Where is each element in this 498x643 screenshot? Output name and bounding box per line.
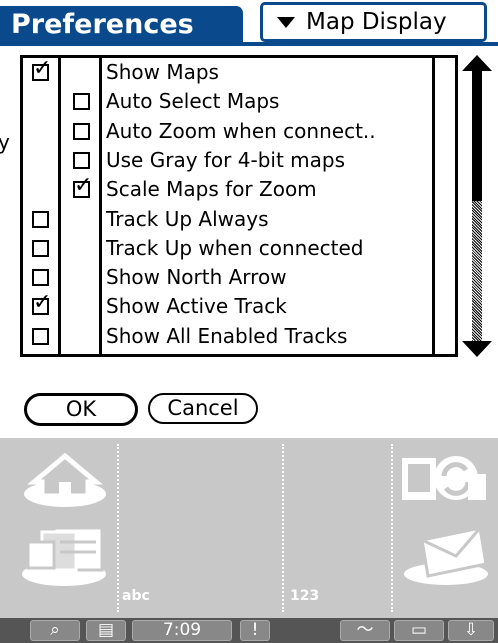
checkbox[interactable] bbox=[73, 122, 90, 140]
page-title: Preferences bbox=[0, 6, 243, 44]
list-item-label: Show Active Track bbox=[106, 294, 287, 319]
title-rule bbox=[0, 42, 498, 46]
checkbox[interactable] bbox=[32, 239, 49, 257]
list-item-label: Scale Maps for Zoom bbox=[106, 177, 317, 202]
preferences-list: ✓ Show Maps Auto Select Maps Auto Zoom when… bbox=[20, 55, 458, 357]
list-item[interactable]: Track Up Always bbox=[23, 205, 455, 234]
list-item[interactable]: Show North Arrow bbox=[23, 263, 455, 292]
list-item-label: Show All Enabled Tracks bbox=[106, 323, 348, 348]
graffiti-abc-label: abc bbox=[122, 588, 150, 604]
home-icon[interactable] bbox=[22, 446, 108, 508]
list-item-label: Track Up when connected bbox=[106, 235, 364, 260]
list-item[interactable]: ✓ Scale Maps for Zoom bbox=[23, 175, 455, 204]
scroll-down-arrow-icon[interactable] bbox=[462, 341, 492, 357]
list-item[interactable]: Use Gray for 4-bit maps bbox=[23, 146, 455, 175]
signal-icon[interactable]: 〜 bbox=[340, 620, 390, 641]
list-item[interactable]: ✓ Show Maps bbox=[23, 58, 455, 87]
dropdown-triangle-icon bbox=[277, 17, 295, 28]
graffiti-area[interactable]: abc 123 bbox=[0, 438, 498, 618]
checkbox[interactable] bbox=[32, 327, 49, 345]
checkbox[interactable] bbox=[73, 151, 90, 169]
stray-text: y bbox=[0, 130, 10, 154]
category-label: Map Display bbox=[306, 9, 447, 35]
checkbox[interactable] bbox=[32, 269, 49, 287]
checkbox[interactable] bbox=[32, 210, 49, 228]
list-item[interactable]: Track Up when connected bbox=[23, 234, 455, 263]
scroll-up-arrow-icon[interactable] bbox=[462, 55, 492, 71]
input-icon[interactable]: ⇩ bbox=[448, 620, 494, 641]
checkmark-icon: ✓ bbox=[33, 290, 52, 316]
cancel-button[interactable]: Cancel bbox=[148, 393, 258, 424]
checkmark-icon: ✓ bbox=[74, 173, 93, 199]
category-dropdown[interactable]: Map Display bbox=[260, 2, 487, 42]
graffiti-123-label: 123 bbox=[290, 588, 320, 604]
list-item-label: Auto Zoom when connect.. bbox=[106, 118, 376, 143]
list-item-label: Track Up Always bbox=[106, 206, 269, 231]
graffiti-divider bbox=[391, 444, 393, 612]
checkbox[interactable]: ✓ bbox=[32, 292, 51, 316]
checkbox[interactable] bbox=[73, 93, 90, 111]
list-item-label: Show North Arrow bbox=[106, 265, 287, 290]
list-item-label: Show All Enabled Routes bbox=[106, 351, 353, 354]
status-bar: ⌕ ▤ 7:09 ! 〜 ▭ ⇩ bbox=[0, 618, 498, 643]
find-icon[interactable]: ⌕ bbox=[30, 620, 80, 641]
ok-button[interactable]: OK bbox=[24, 393, 138, 426]
mail-icon[interactable] bbox=[402, 520, 490, 586]
checkmark-icon: ✓ bbox=[33, 56, 52, 81]
menu-icon[interactable]: ▤ bbox=[86, 620, 126, 641]
list-item[interactable]: ✓ Show Active Track bbox=[23, 292, 455, 321]
list-item[interactable]: Show All Enabled Routes bbox=[23, 351, 455, 354]
clock[interactable]: 7:09 bbox=[132, 620, 232, 641]
list-scrollbar[interactable] bbox=[462, 55, 492, 357]
applications-icon[interactable] bbox=[20, 518, 108, 588]
checkbox[interactable]: ✓ bbox=[73, 175, 92, 199]
list-item[interactable]: Show All Enabled Tracks bbox=[23, 322, 455, 351]
screen-icon[interactable]: ▭ bbox=[394, 620, 444, 641]
list-item[interactable]: Auto Zoom when connect.. bbox=[23, 117, 455, 146]
sync-icon[interactable] bbox=[398, 450, 488, 506]
list-item[interactable]: Auto Select Maps bbox=[23, 87, 455, 116]
checkbox[interactable]: ✓ bbox=[32, 58, 51, 81]
scroll-thumb[interactable] bbox=[472, 71, 482, 201]
list-item-label: Auto Select Maps bbox=[106, 89, 280, 114]
graffiti-divider bbox=[117, 444, 119, 612]
alert-icon[interactable]: ! bbox=[240, 620, 270, 641]
list-item-label: Show Maps bbox=[106, 60, 219, 84]
list-item-label: Use Gray for 4-bit maps bbox=[106, 147, 345, 172]
graffiti-divider bbox=[282, 444, 284, 612]
